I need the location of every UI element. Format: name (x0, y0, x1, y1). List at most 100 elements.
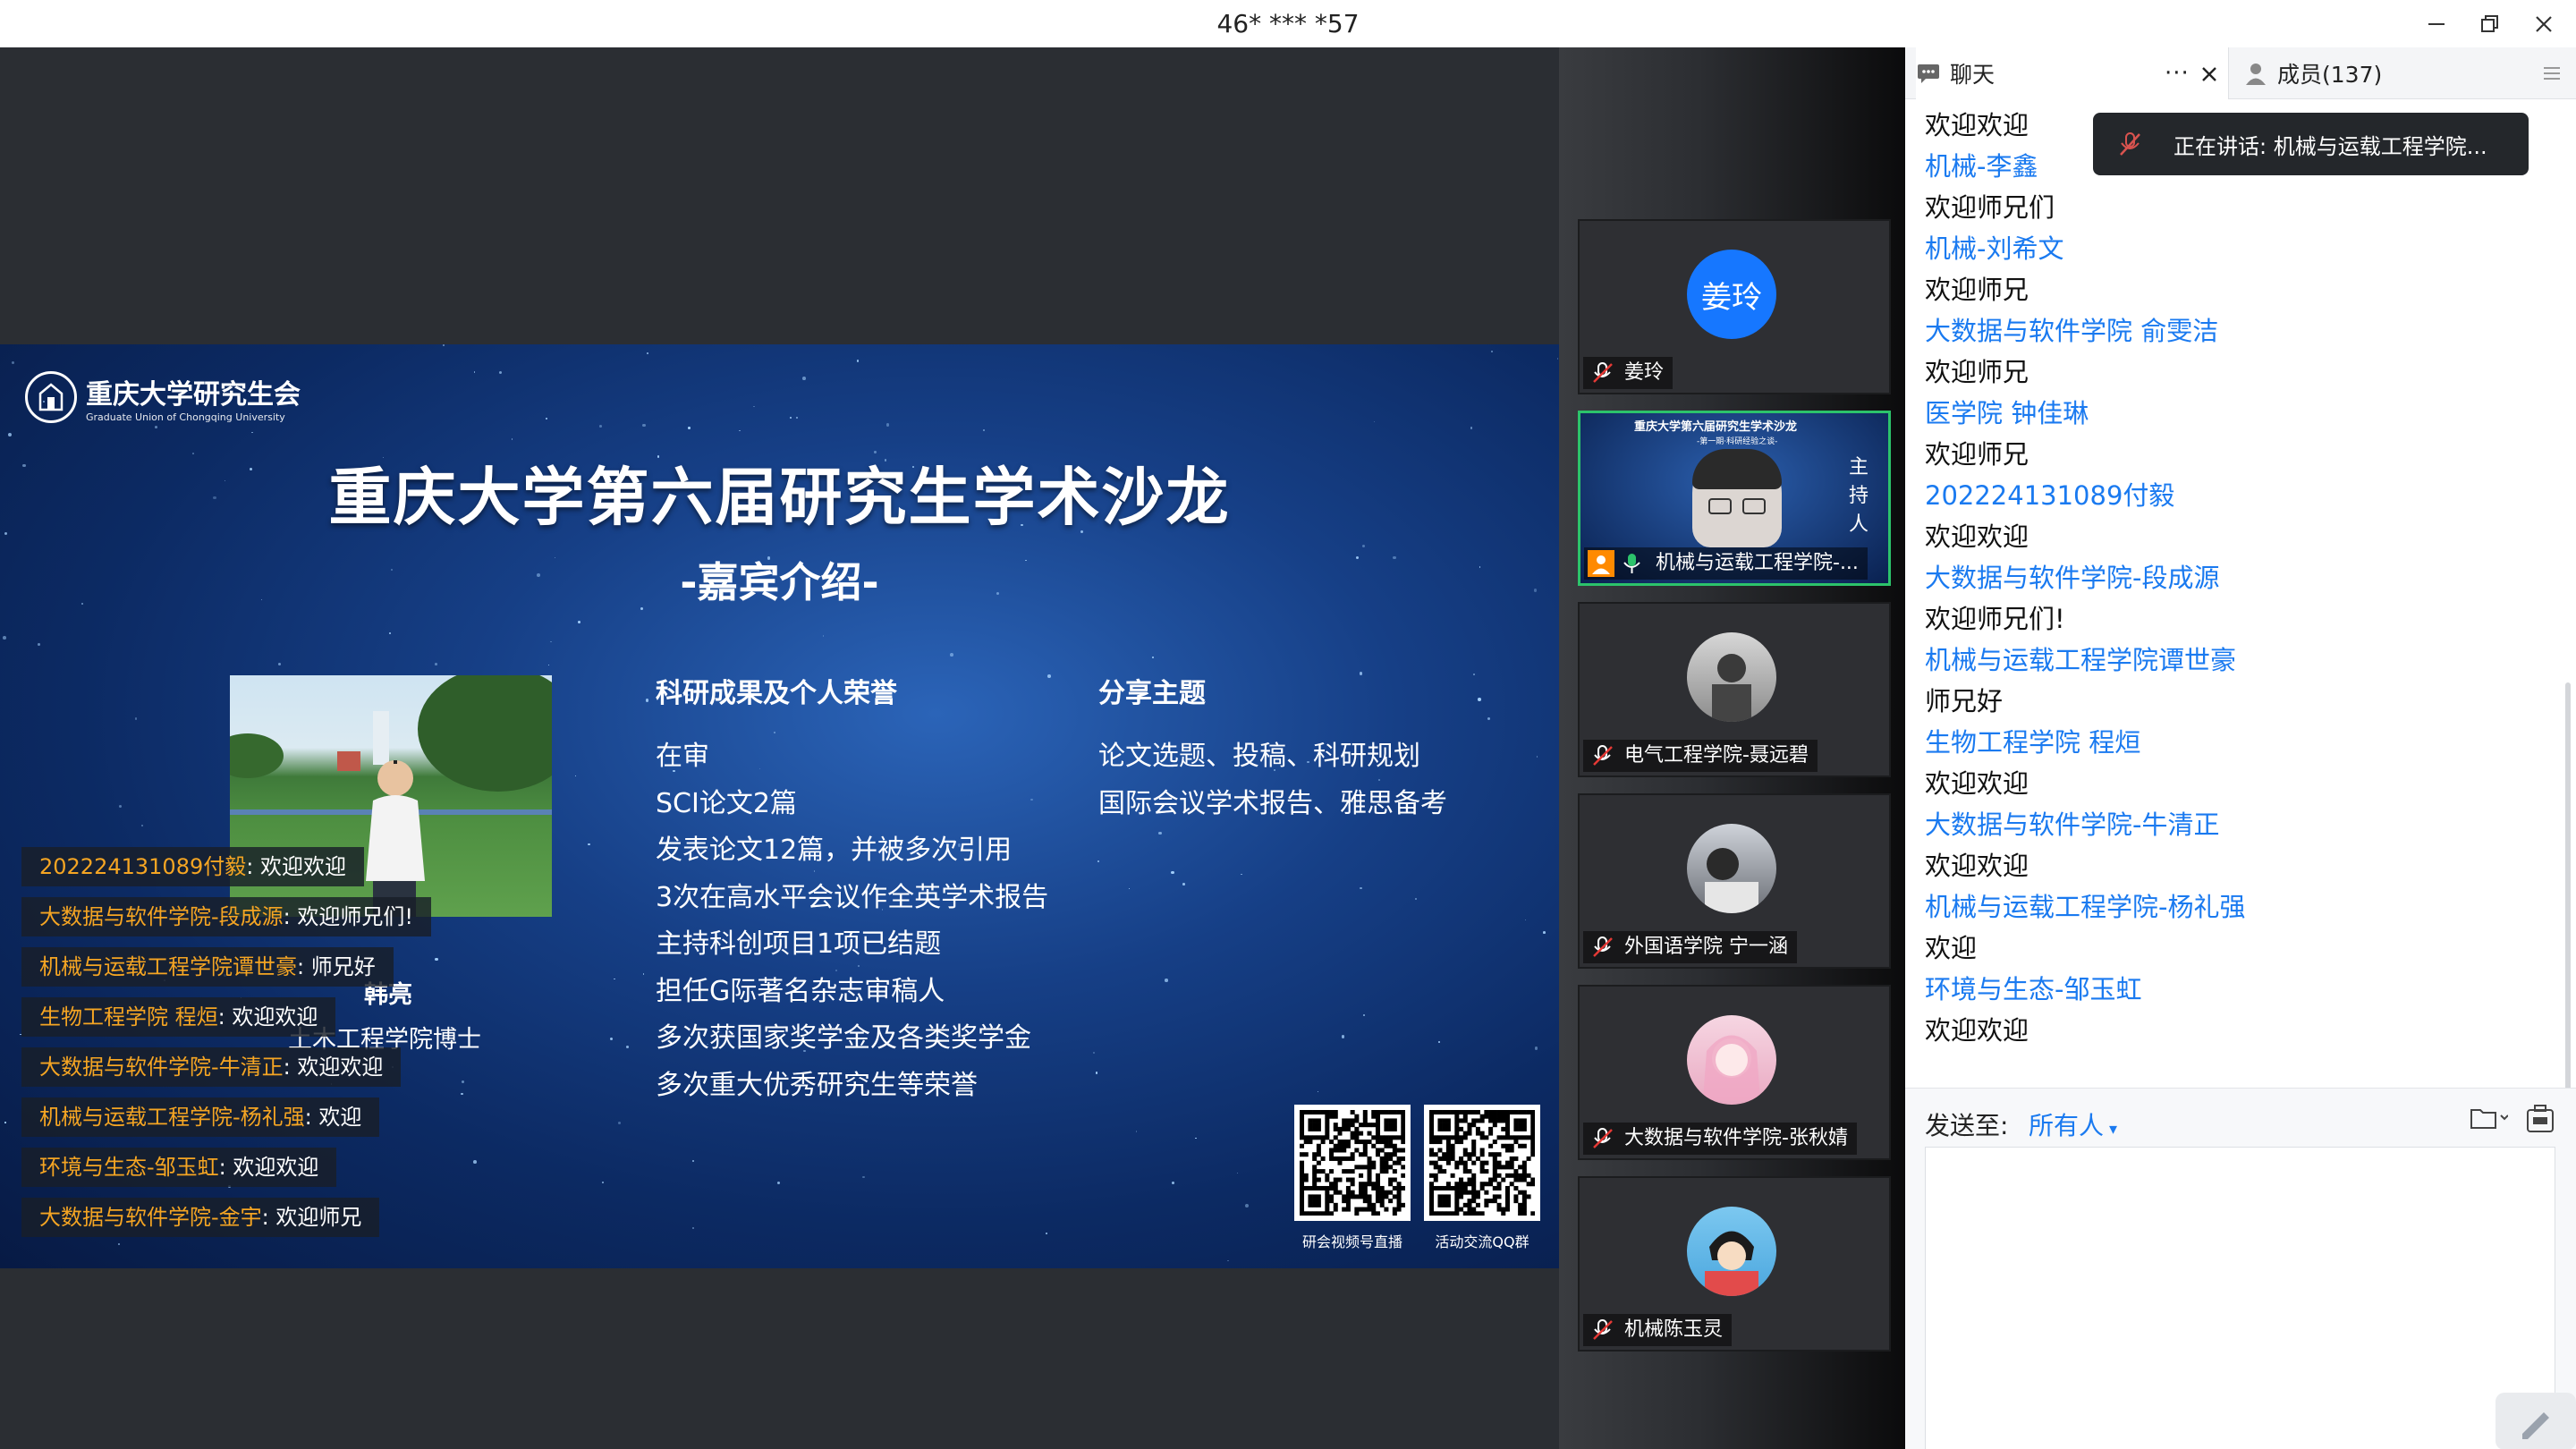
minimize-icon[interactable] (2410, 0, 2463, 47)
qr-code-group (1424, 1105, 1540, 1221)
tab-members-label: 成员(137) (2277, 62, 2383, 88)
edit-pencil-icon[interactable] (2496, 1393, 2576, 1449)
host-vertical-label: 主持人 (1849, 456, 1869, 536)
university-emblem-icon (25, 371, 77, 423)
danmaku-sender: 大数据与软件学院-牛清正 (39, 1055, 284, 1080)
star-dot (577, 620, 580, 623)
qr-label-live: 研会视频号直播 (1301, 1233, 1402, 1250)
chat-scrollbar[interactable] (2565, 682, 2571, 1094)
star-dot (7, 433, 12, 436)
participant-tile[interactable]: 电气工程学院-聂远碧 (1578, 602, 1891, 777)
danmaku-item: 大数据与软件学院-金宇: 欢迎师兄 (21, 1198, 380, 1237)
star-dot (155, 426, 158, 429)
honor-item: 主持科创项目1项已结题 (656, 928, 942, 960)
tab-chat[interactable]: 聊天 ··· (1916, 47, 2229, 99)
chat-sender-name[interactable]: 大数据与软件学院-牛清正 (1925, 804, 2533, 845)
more-options-button[interactable]: ··· (2165, 60, 2190, 87)
org-name-en: Graduate Union of Chongqing University (86, 411, 285, 423)
presenter-video (1692, 449, 1782, 547)
participant-name: 姜玲 (1624, 361, 1665, 384)
star-dot (1478, 697, 1481, 701)
folder-file-icon[interactable] (2469, 1103, 2508, 1131)
danmaku-sender: 环境与生态-邹玉虹 (39, 1155, 219, 1180)
star-dot (862, 1175, 865, 1179)
mic-on-icon (1623, 554, 1640, 573)
chat-sender-name[interactable]: 机械与运载工程学院-杨礼强 (1925, 886, 2533, 928)
star-dot (119, 805, 123, 808)
star-dot (1470, 427, 1473, 429)
screenshot-icon[interactable] (2524, 1103, 2556, 1135)
honor-item: 在审 (656, 741, 709, 772)
star-dot (789, 417, 792, 419)
honor-item: 担任G际著名杂志审稿人 (656, 975, 945, 1007)
star-dot (613, 978, 615, 980)
danmaku-item: 202224131089付毅: 欢迎欢迎 (21, 847, 364, 886)
speaker-mic-muted-icon (2120, 132, 2140, 156)
danmaku-sender: 机械与运载工程学院-杨礼强 (39, 1105, 305, 1130)
participant-tile[interactable]: 大数据与软件学院-张秋婧 (1578, 985, 1891, 1160)
danmaku-message: 欢迎欢迎 (232, 1004, 318, 1030)
star-dot (886, 422, 890, 427)
close-icon[interactable] (2517, 0, 2571, 47)
participant-tile[interactable]: 机械陈玉灵 (1578, 1176, 1891, 1352)
send-area: 发送至: 所有人 ▾ (1905, 1088, 2576, 1449)
chat-sender-name[interactable]: 环境与生态-邹玉虹 (1925, 969, 2533, 1010)
chat-sender-name[interactable]: 202224131089付毅 (1925, 475, 2533, 516)
chat-sender-name[interactable]: 机械-刘希文 (1925, 228, 2533, 269)
chat-message-text: 欢迎欢迎 (1925, 521, 2029, 552)
star-dot (1097, 860, 1099, 863)
chat-panel: 聊天 ··· 成员(137) 欢迎欢迎 机械-李鑫 欢迎师兄们 机械-刘希文 欢迎师兄大… (1905, 47, 2576, 1449)
star-dot (1128, 887, 1131, 890)
avatar (1687, 1015, 1776, 1105)
chat-message-input[interactable] (1925, 1147, 2555, 1449)
panel-menu-icon[interactable] (2542, 65, 2562, 81)
star-dot (646, 352, 649, 355)
qr-label-group: 活动交流QQ群 (1435, 1233, 1530, 1250)
participant-name: 机械与运载工程学院-... (1656, 552, 1859, 574)
chat-message-list: 欢迎欢迎 机械-李鑫 欢迎师兄们 机械-刘希文 欢迎师兄 大数据与软件学院 俞雯洁 欢迎师兄… (1925, 105, 2533, 1051)
star-dot (461, 1080, 464, 1084)
chat-sender-name[interactable]: 机械与运载工程学院谭世豪 (1925, 640, 2533, 681)
star-dot (1373, 420, 1375, 422)
slide-subtitle: -嘉宾介绍- (680, 558, 879, 606)
participant-tile[interactable]: 姜玲 姜玲 (1578, 219, 1891, 394)
tab-members[interactable]: 成员(137) (2243, 47, 2382, 99)
chat-message-text: 欢迎欢迎 (1925, 768, 2029, 799)
star-dot (251, 431, 253, 434)
send-to-dropdown[interactable]: 所有人 ▾ (2029, 1106, 2117, 1142)
honors-heading: 科研成果及个人荣誉 (656, 678, 897, 709)
speaking-text: 正在讲话: 机械与运载工程学院... (2174, 133, 2487, 159)
star-dot (1158, 831, 1162, 835)
honor-item: 多次重大优秀研究生等荣誉 (656, 1069, 978, 1101)
dropdown-caret-icon: ▾ (2109, 1120, 2118, 1139)
star-dot (692, 1227, 694, 1229)
star-dot (134, 716, 138, 720)
chat-sender-name[interactable]: 生物工程学院 程烜 (1925, 722, 2533, 763)
star-dot (598, 424, 602, 428)
honor-item: 3次在高水平会议作全英学术报告 (656, 881, 1049, 913)
panel-tabs: 聊天 ··· 成员(137) (1905, 47, 2576, 99)
close-chat-icon[interactable] (2200, 65, 2218, 83)
chat-message-text: 欢迎师兄们! (1925, 604, 2065, 634)
restore-icon[interactable] (2463, 0, 2517, 47)
star-dot (1092, 1052, 1095, 1055)
participant-tile[interactable]: 外国语学院 宁一涵 (1578, 793, 1891, 969)
star-dot (642, 423, 646, 428)
participant-video-strip: 姜玲 姜玲 重庆大学第六届研究生学术沙龙 -第一期·科研经验之谈- 主持人 机械… (1559, 47, 1905, 1449)
participant-tile-active-speaker[interactable]: 重庆大学第六届研究生学术沙龙 -第一期·科研经验之谈- 主持人 机械与运载工程学… (1578, 411, 1891, 586)
chat-sender-name[interactable]: 大数据与软件学院 俞雯洁 (1925, 310, 2533, 352)
star-dot (1195, 1137, 1198, 1140)
star-dot (1362, 544, 1366, 547)
topic-item: 国际会议学术报告、雅思备考 (1098, 787, 1447, 819)
chat-sender-name[interactable]: 大数据与软件学院-段成源 (1925, 557, 2533, 598)
star-dot (1536, 756, 1538, 758)
org-logo: 重庆大学研究生会 Graduate Union of Chongqing Uni… (25, 371, 301, 423)
speaking-indicator: 正在讲话: 机械与运载工程学院... (2093, 113, 2529, 175)
shared-screen-stage: 重庆大学研究生会 Graduate Union of Chongqing Uni… (0, 47, 1559, 1449)
participant-name: 大数据与软件学院-张秋婧 (1624, 1127, 1848, 1149)
chat-sender-name[interactable]: 医学院 钟佳琳 (1925, 393, 2533, 434)
star-dot (1241, 873, 1242, 876)
members-icon (2246, 64, 2266, 85)
star-dot (822, 635, 825, 637)
star-dot (610, 1038, 614, 1041)
